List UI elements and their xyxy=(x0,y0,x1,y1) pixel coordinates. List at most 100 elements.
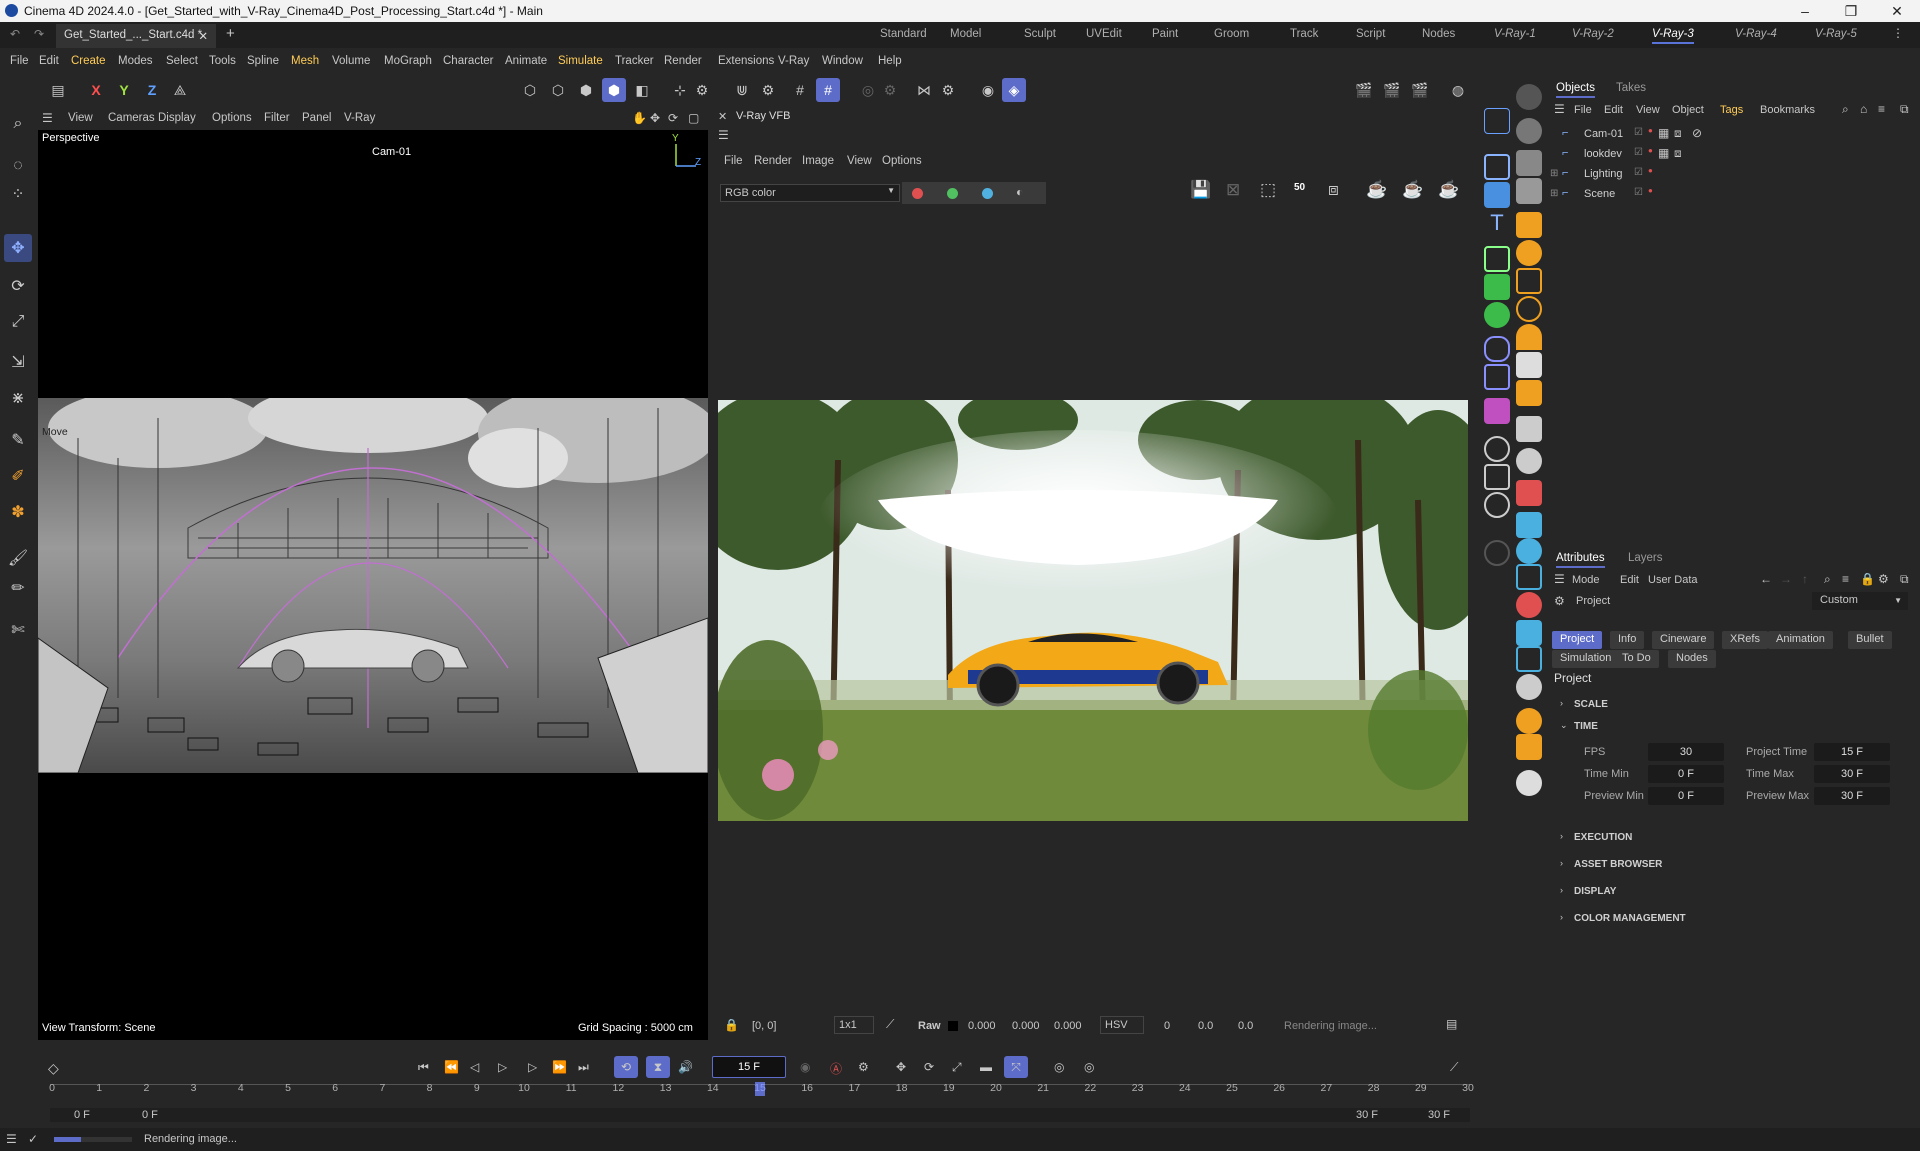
motion-clip-icon[interactable]: ◎ xyxy=(1054,1060,1064,1074)
transform-tool-icon[interactable]: ⇲ xyxy=(4,348,32,376)
range-start-field[interactable]: 0 F xyxy=(74,1109,90,1121)
region-render-icon[interactable]: ⬚ xyxy=(1260,180,1276,200)
snap-settings-icon[interactable]: ⚙ xyxy=(756,78,780,102)
vray-fire-icon[interactable] xyxy=(1516,708,1542,734)
viewport-menu-cameras[interactable]: Cameras xyxy=(108,112,155,124)
cube-primitive-icon[interactable] xyxy=(1484,154,1510,180)
lock-panel-icon[interactable]: 🔒 xyxy=(1860,572,1875,586)
spline-pen-icon[interactable]: ✎ xyxy=(4,426,32,454)
placement-tool-icon[interactable]: ⋇ xyxy=(4,384,32,412)
playback-rate-icon[interactable]: ⧗ xyxy=(646,1056,670,1078)
maximize-button[interactable]: ❐ xyxy=(1828,0,1874,22)
key-settings-icon[interactable]: ⚙ xyxy=(858,1060,869,1074)
viewport-menu-options[interactable]: Options xyxy=(212,112,252,124)
vfb-menu-icon[interactable]: ☰ xyxy=(718,128,729,142)
field-time-max[interactable]: 30 F xyxy=(1814,765,1890,783)
z-axis-lock-button[interactable]: Z xyxy=(140,78,164,102)
chevron-right-icon[interactable]: › xyxy=(1560,912,1563,922)
section-execution[interactable]: EXECUTION xyxy=(1574,832,1632,843)
menu-mesh[interactable]: Mesh xyxy=(291,55,319,67)
layout-tab-v-ray-1[interactable]: V-Ray-1 xyxy=(1494,28,1536,40)
menu-file[interactable]: File xyxy=(10,55,29,67)
key-param-icon[interactable]: ▬ xyxy=(980,1060,992,1074)
section-scale[interactable]: SCALE xyxy=(1574,699,1608,710)
attr-tab-simulation[interactable]: Simulation xyxy=(1552,650,1620,668)
cube-object-icon[interactable] xyxy=(1484,182,1510,208)
track-mouse-icon[interactable]: ⧈ xyxy=(1328,180,1339,200)
layer-dot-icon[interactable]: ● xyxy=(1648,166,1653,175)
section-asset-browser[interactable]: ASSET BROWSER xyxy=(1574,859,1662,870)
objects-search-icon[interactable]: ⌕ xyxy=(1842,102,1849,117)
vray-sun-icon[interactable] xyxy=(1516,212,1542,238)
vray-proxy-icon[interactable] xyxy=(1516,150,1542,176)
viewport-solo-hierarchy-icon[interactable]: ◈ xyxy=(1002,78,1026,102)
menu-v-ray[interactable]: V-Ray xyxy=(778,55,809,67)
vray-dome-light-icon[interactable] xyxy=(1516,118,1542,144)
interactive-render-icon[interactable]: ☕ xyxy=(1438,180,1459,200)
attr-tab-animation[interactable]: Animation xyxy=(1768,631,1833,649)
model-mode-icon[interactable]: ⬢ xyxy=(602,78,626,102)
disabled-tool-icon[interactable] xyxy=(1484,540,1510,566)
field-project-time[interactable]: 15 F xyxy=(1814,743,1890,761)
3d-viewport[interactable]: Perspective Cam-01 Y Z Move View Transfo… xyxy=(38,130,708,1040)
key-pla-icon[interactable]: ⤧ xyxy=(1004,1056,1028,1078)
go-to-start-icon[interactable]: ⏮ xyxy=(418,1060,429,1075)
axis-mode-icon[interactable]: ⊹ xyxy=(668,78,692,102)
rotate-tool-icon[interactable]: ⟳ xyxy=(4,272,32,300)
layer-dot-icon[interactable]: ● xyxy=(1648,146,1653,155)
vfb-menu-view[interactable]: View xyxy=(847,155,872,167)
attr-search-icon[interactable]: ⌕ xyxy=(1824,572,1831,587)
layout-tab-model[interactable]: Model xyxy=(950,28,981,40)
up-arrow-icon[interactable]: ↑ xyxy=(1802,572,1808,586)
more-layouts-icon[interactable]: ⋮ xyxy=(1892,26,1904,40)
layout-tab-uvedit[interactable]: UVEdit xyxy=(1086,28,1122,40)
chevron-right-icon[interactable]: › xyxy=(1560,858,1563,868)
close-tab-icon[interactable]: ✕ xyxy=(198,29,208,43)
rotate-view-icon[interactable]: ⟳ xyxy=(668,111,678,125)
section-color-management[interactable]: COLOR MANAGEMENT xyxy=(1574,913,1686,924)
field-icon[interactable] xyxy=(1484,364,1510,390)
chevron-right-icon[interactable]: › xyxy=(1560,698,1563,708)
fracture-icon[interactable] xyxy=(1484,302,1510,328)
workplane-icon[interactable]: # xyxy=(816,78,840,102)
viewport-menu-view[interactable]: View xyxy=(68,112,93,124)
ratio-select[interactable]: 1x1 xyxy=(834,1016,874,1034)
timeline-graph-icon[interactable]: ⟋ xyxy=(1450,1060,1458,1075)
scale-tool-icon[interactable]: ⤢ xyxy=(4,308,32,336)
menu-select[interactable]: Select xyxy=(166,55,198,67)
vray-sphere-light-icon[interactable] xyxy=(1516,240,1542,266)
color-mode-select[interactable]: HSV xyxy=(1100,1016,1144,1034)
filter-icon[interactable]: ≡ xyxy=(1878,102,1885,116)
chevron-down-icon[interactable]: ⌄ xyxy=(1560,720,1568,731)
play-icon[interactable]: ▷ xyxy=(498,1060,507,1074)
tag-camera-icon[interactable]: ⧈ xyxy=(1674,146,1682,161)
attr-new-window-icon[interactable]: ⧉ xyxy=(1900,572,1909,587)
previous-frame-icon[interactable]: ◁ xyxy=(470,1060,479,1074)
attr-tab-bullet[interactable]: Bullet xyxy=(1848,631,1892,649)
layout-tab-standard[interactable]: Standard xyxy=(880,28,927,40)
attr-menu-mode[interactable]: Mode xyxy=(1572,574,1600,586)
vray-sky-icon[interactable] xyxy=(1516,352,1542,378)
attr-filter-icon[interactable]: ≡ xyxy=(1842,572,1849,586)
forward-arrow-icon[interactable]: → xyxy=(1780,572,1792,586)
vfb-menu-render[interactable]: Render xyxy=(754,155,792,167)
render-settings-icon[interactable]: 🎬 xyxy=(1408,78,1432,102)
object-row-lighting[interactable]: ⊞ ⌐ Lighting ☑ ● xyxy=(1548,166,1920,184)
minimize-button[interactable]: – xyxy=(1782,0,1828,22)
loop-icon[interactable]: ⟲ xyxy=(614,1056,638,1078)
stop-render-icon[interactable]: ☕ xyxy=(1402,180,1423,200)
layout-tab-v-ray-4[interactable]: V-Ray-4 xyxy=(1735,28,1777,40)
menu-render[interactable]: Render xyxy=(664,55,702,67)
chevron-right-icon[interactable]: › xyxy=(1560,885,1563,895)
menu-create[interactable]: Create xyxy=(71,55,106,67)
range-end-field[interactable]: 30 F xyxy=(1428,1109,1450,1121)
attributes-menu-icon[interactable]: ☰ xyxy=(1554,572,1565,586)
menu-window[interactable]: Window xyxy=(822,55,863,67)
texture-mode-icon[interactable]: ◧ xyxy=(630,78,654,102)
render-teapot-icon[interactable]: ☕ xyxy=(1366,180,1387,200)
save-image-icon[interactable]: 💾 xyxy=(1190,180,1211,200)
vray-sphere-icon[interactable] xyxy=(1516,84,1542,110)
chevron-right-icon[interactable]: › xyxy=(1560,831,1563,841)
undo-icon[interactable]: ↶ xyxy=(10,27,20,41)
object-row-lookdev[interactable]: ⌐ lookdev ☑ ● ▦ ⧈ xyxy=(1548,146,1920,164)
